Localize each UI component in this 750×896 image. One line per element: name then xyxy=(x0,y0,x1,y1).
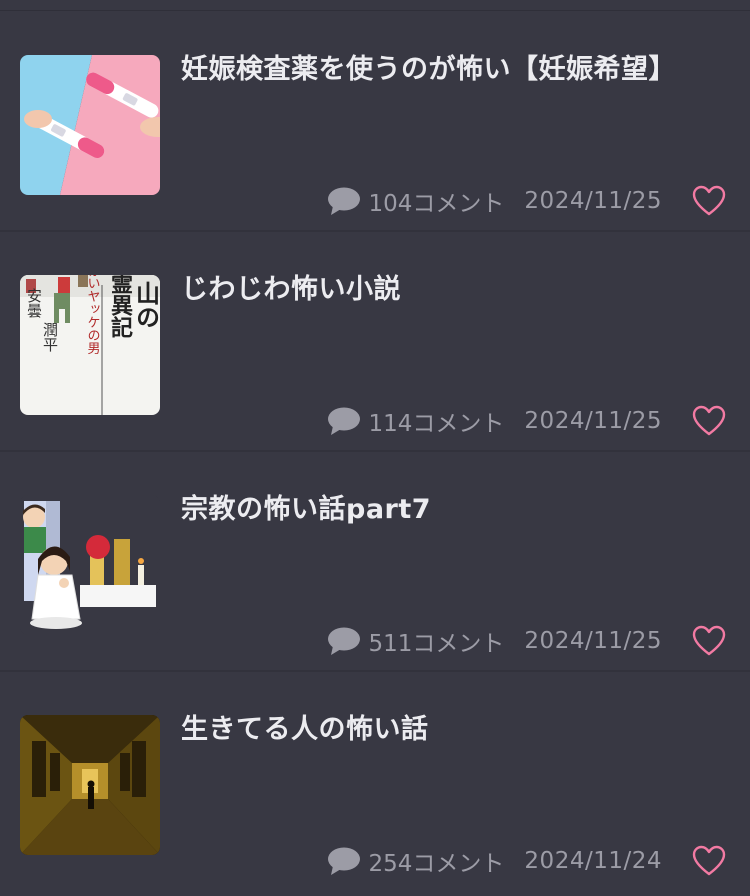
thumbnail-dark-corridor[interactable] xyxy=(20,715,160,855)
comment-count: 114コメント xyxy=(368,411,505,437)
heart-icon[interactable] xyxy=(692,845,726,877)
post-date: 2024/11/25 xyxy=(524,188,662,214)
thread-list: 妊娠検査薬を使うのが怖い【妊娠希望】 104コメント 2024/11/25 山の… xyxy=(0,0,750,896)
post-date: 2024/11/25 xyxy=(524,408,662,434)
divider xyxy=(0,10,750,11)
thumbnail-pregnancy-test[interactable] xyxy=(20,55,160,195)
thread-meta: 254コメント 2024/11/24 xyxy=(327,844,726,878)
thumbnail-praying-girl[interactable] xyxy=(20,495,160,635)
thread-meta: 104コメント 2024/11/25 xyxy=(327,184,726,218)
svg-text:霊異記: 霊異記 xyxy=(107,275,133,338)
thread-title[interactable]: 宗教の怖い話part7 xyxy=(181,492,726,528)
heart-icon[interactable] xyxy=(692,185,726,217)
comment-icon xyxy=(327,847,360,875)
comment-icon xyxy=(327,407,360,435)
list-item[interactable]: 宗教の怖い話part7 511コメント 2024/11/25 xyxy=(0,452,750,672)
thread-title[interactable]: 生きてる人の怖い話 xyxy=(181,712,726,748)
book-title-text: 山の xyxy=(132,281,161,329)
svg-text:赤いヤッケの男: 赤いヤッケの男 xyxy=(85,275,101,355)
post-date: 2024/11/25 xyxy=(524,628,662,654)
list-item[interactable]: 山の 霊異記 赤いヤッケの男 安曇 潤平 じわじわ怖い小説 114コメント 20… xyxy=(0,232,750,452)
thread-title[interactable]: 妊娠検査薬を使うのが怖い【妊娠希望】 xyxy=(181,52,726,88)
thread-meta: 114コメント 2024/11/25 xyxy=(327,404,726,438)
comment-count: 104コメント xyxy=(368,191,505,217)
comment-icon xyxy=(327,627,360,655)
heart-icon[interactable] xyxy=(692,625,726,657)
comment-count: 254コメント xyxy=(368,851,505,877)
comment-icon xyxy=(327,187,360,215)
post-date: 2024/11/24 xyxy=(524,848,662,874)
thread-title[interactable]: じわじわ怖い小説 xyxy=(181,272,726,308)
list-item[interactable]: 妊娠検査薬を使うのが怖い【妊娠希望】 104コメント 2024/11/25 xyxy=(0,12,750,232)
svg-text:潤平: 潤平 xyxy=(41,322,59,352)
list-item[interactable]: 生きてる人の怖い話 254コメント 2024/11/24 xyxy=(0,672,750,892)
thread-meta: 511コメント 2024/11/25 xyxy=(327,624,726,658)
heart-icon[interactable] xyxy=(692,405,726,437)
svg-text:安曇: 安曇 xyxy=(25,288,43,318)
thumbnail-book-cover[interactable]: 山の 霊異記 赤いヤッケの男 安曇 潤平 xyxy=(20,275,160,415)
comment-count: 511コメント xyxy=(368,631,505,657)
